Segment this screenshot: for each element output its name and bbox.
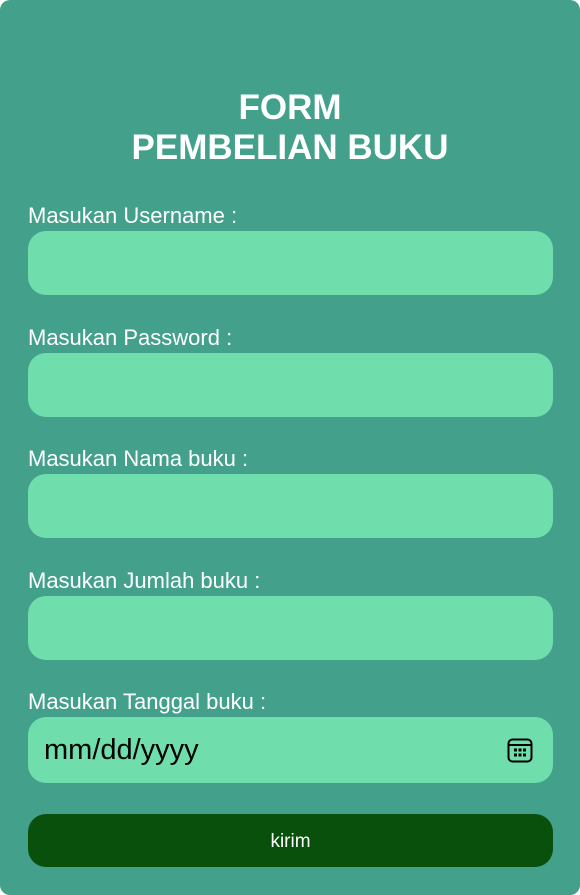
username-field-group: Masukan Username : [28, 203, 553, 295]
title-line-2: PEMBELIAN BUKU [131, 128, 449, 167]
book-quantity-input[interactable] [28, 596, 553, 660]
book-name-input[interactable] [28, 474, 553, 538]
date-placeholder-text: mm/dd/yyyy [44, 733, 199, 766]
password-input[interactable] [28, 353, 553, 417]
submit-button[interactable]: kirim [28, 814, 553, 867]
book-name-field-group: Masukan Nama buku : [28, 446, 553, 538]
book-quantity-label: Masukan Jumlah buku : [28, 568, 261, 593]
book-quantity-field-group: Masukan Jumlah buku : [28, 568, 553, 660]
username-input[interactable] [28, 231, 553, 295]
password-field-group: Masukan Password : [28, 325, 553, 417]
form-card: FORM PEMBELIAN BUKU Masukan Username : M… [0, 0, 580, 895]
form-title: FORM PEMBELIAN BUKU [0, 88, 580, 168]
book-date-field-group: Masukan Tanggal buku : mm/dd/yyyy [28, 689, 553, 783]
username-label: Masukan Username : [28, 203, 238, 228]
book-date-input[interactable]: mm/dd/yyyy [28, 717, 553, 783]
title-line-1: FORM [238, 88, 342, 127]
calendar-icon[interactable] [505, 735, 535, 765]
book-date-label: Masukan Tanggal buku : [28, 689, 267, 714]
password-label: Masukan Password : [28, 325, 233, 350]
book-name-label: Masukan Nama buku : [28, 446, 249, 471]
